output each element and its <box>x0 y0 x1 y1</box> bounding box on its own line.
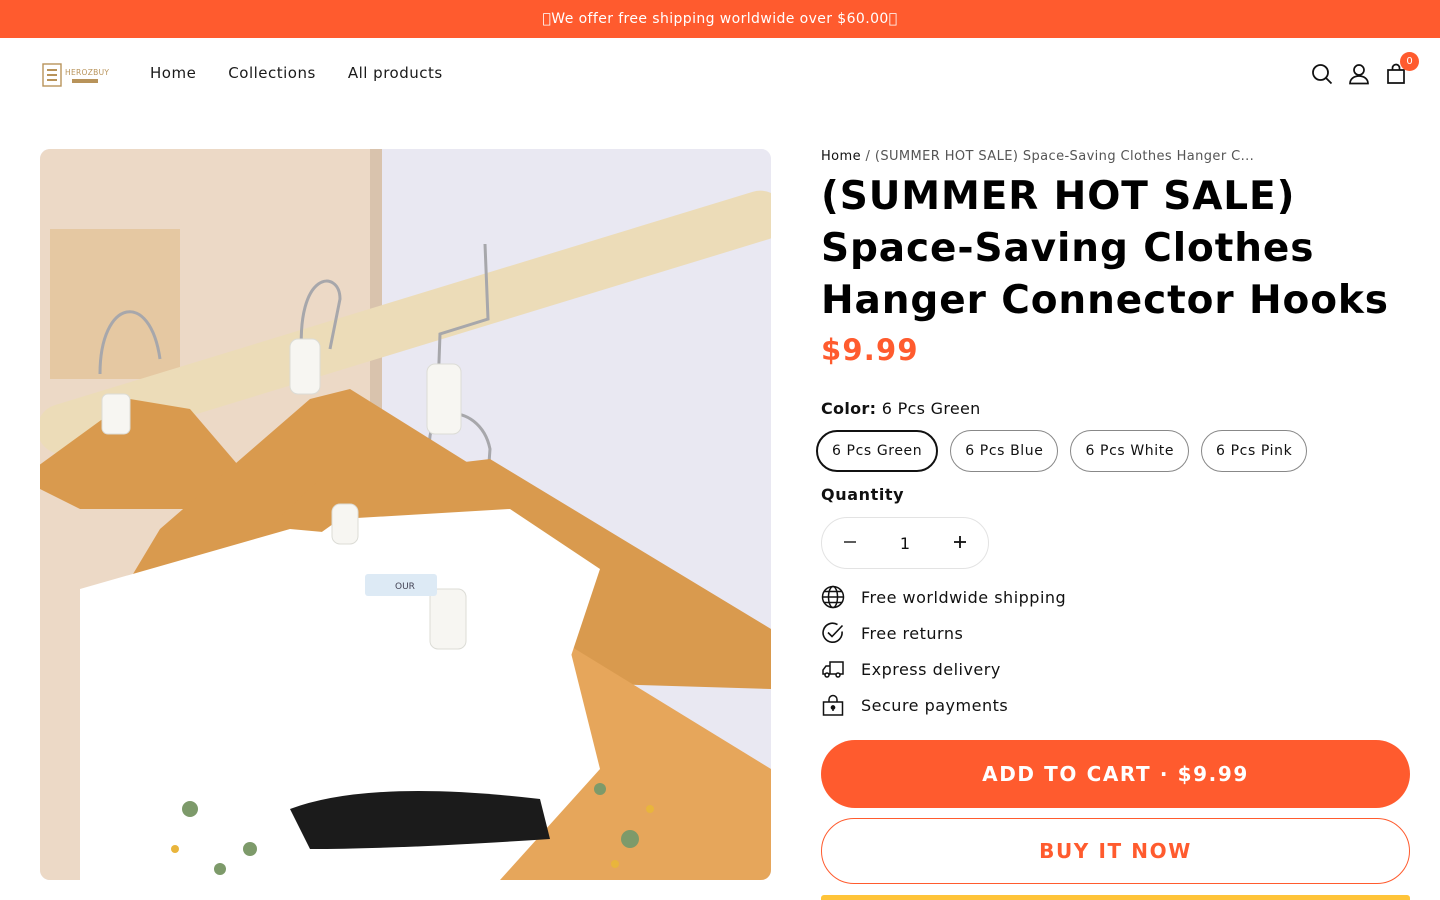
add-to-cart-button[interactable]: ADD TO CART · $9.99 <box>821 740 1410 808</box>
image-tag-text: OUR <box>395 582 415 592</box>
perk-label: Free returns <box>861 623 964 643</box>
perk-label: Free worldwide shipping <box>861 587 1067 607</box>
color-option-green[interactable]: 6 Pcs Green <box>816 430 939 472</box>
quantity-label: Quantity <box>821 485 905 504</box>
announcement-text:  We offer free shipping worldwide over $… <box>542 11 898 27</box>
perk-shipping: Free worldwide shipping <box>821 579 1410 615</box>
plus-icon <box>953 534 967 553</box>
color-option-pink[interactable]: 6 Pcs Pink <box>1201 430 1308 472</box>
color-label: Color: <box>821 399 877 418</box>
quantity-stepper <box>821 517 989 569</box>
nav-all-products[interactable]: All products <box>348 64 443 82</box>
product-info: Home / (SUMMER HOT SALE) Space-Saving Cl… <box>816 149 1410 723</box>
site-header: HEROZBUY Home Collections All products 0 <box>0 38 1440 110</box>
main-nav: Home Collections All products <box>150 64 443 82</box>
product-image[interactable]: OUR <box>40 149 771 880</box>
globe-icon <box>821 585 845 609</box>
breadcrumb-current: (SUMMER HOT SALE) Space-Saving Clothes H… <box>874 149 1255 164</box>
breadcrumb: Home / (SUMMER HOT SALE) Space-Saving Cl… <box>821 149 1410 164</box>
truck-icon <box>821 657 845 681</box>
increase-quantity-button[interactable] <box>950 533 970 553</box>
color-selected-value: 6 Pcs Green <box>881 399 981 418</box>
perk-label: Express delivery <box>861 659 1001 679</box>
announcement-bar:  We offer free shipping worldwide over $… <box>0 0 1440 38</box>
check-circle-icon <box>821 621 845 645</box>
perk-returns: Free returns <box>821 615 1410 651</box>
breadcrumb-separator: / <box>865 149 871 164</box>
nav-collections[interactable]: Collections <box>228 64 316 82</box>
perk-delivery: Express delivery <box>821 651 1410 687</box>
breadcrumb-home[interactable]: Home <box>821 149 861 164</box>
cart-icon[interactable]: 0 <box>1383 52 1419 87</box>
color-option-white[interactable]: 6 Pcs White <box>1070 430 1190 472</box>
lock-bag-icon <box>821 693 845 717</box>
search-icon[interactable] <box>1309 61 1335 87</box>
color-option-label: Color: 6 Pcs Green <box>821 399 1410 418</box>
nav-home[interactable]: Home <box>150 64 196 82</box>
brand-logo[interactable]: HEROZBUY <box>42 61 110 89</box>
account-icon[interactable] <box>1346 61 1372 87</box>
perk-label: Secure payments <box>861 695 1009 715</box>
product-title: (SUMMER HOT SALE) Space-Saving Clothes H… <box>821 174 1389 323</box>
logo-text: HEROZBUY <box>65 68 109 77</box>
quantity-input[interactable] <box>875 533 935 553</box>
perk-payments: Secure payments <box>821 687 1410 723</box>
color-swatches: 6 Pcs Green 6 Pcs Blue 6 Pcs White 6 Pcs… <box>816 430 1410 472</box>
decrease-quantity-button[interactable] <box>840 533 860 553</box>
cart-count-badge: 0 <box>1400 52 1419 71</box>
product-price: $9.99 <box>821 333 919 367</box>
perks-list: Free worldwide shipping Free returns Exp… <box>821 579 1410 723</box>
minus-icon <box>843 534 857 553</box>
color-option-blue[interactable]: 6 Pcs Blue <box>950 430 1059 472</box>
express-checkout-button[interactable] <box>821 895 1410 900</box>
buy-it-now-button[interactable]: BUY IT NOW <box>821 818 1410 884</box>
